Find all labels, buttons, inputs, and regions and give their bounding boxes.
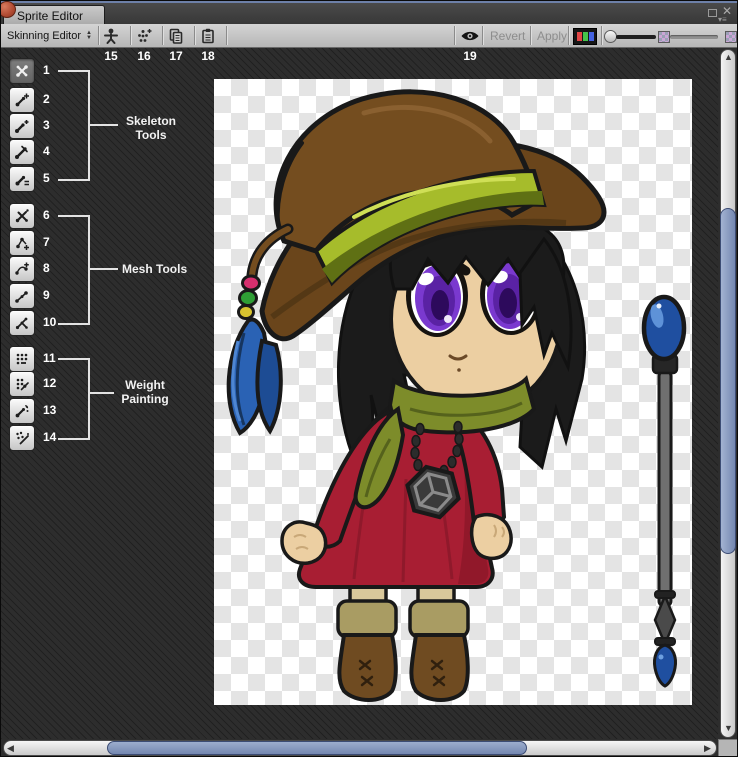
auto-geometry-icon [14,208,30,224]
updown-arrows-icon: ▲▼ [86,31,92,40]
bone-influence-icon [14,430,30,446]
bind-pose-icon [102,27,120,45]
edit-geometry-icon [14,235,30,251]
annotation-bracket-weight [58,358,90,440]
sprite-editor-window: Sprite Editor ✕ ▾≡ Skinning Editor ▲▼ [0,0,738,757]
checker-thumbnail-icon[interactable] [658,31,670,43]
vertical-scrollbar-thumb[interactable] [720,208,736,554]
label-mesh-tools: Mesh Tools [122,262,187,276]
sprite-artwork [214,79,692,705]
title-bar: Sprite Editor ✕ ▾≡ [1,1,738,24]
scroll-up-icon[interactable]: ▲ [724,52,733,62]
annotation-stub-mesh [90,268,118,270]
rgb-swatch-button[interactable] [573,28,597,45]
copy-icon [167,27,185,45]
weight-brush-button[interactable] [9,398,35,424]
scrollbar-corner [718,739,738,757]
pane-menu-icon[interactable]: ▾≡ [718,15,727,24]
reparent-bone-button[interactable] [9,166,35,192]
mode-dropdown[interactable]: Skinning Editor ▲▼ [7,27,92,44]
reparent-bone-icon [14,171,30,187]
create-edge-icon [14,288,30,304]
create-vertex-button[interactable] [9,256,35,282]
horizontal-scrollbar-thumb[interactable] [107,741,527,755]
split-edge-button[interactable] [9,310,35,336]
scroll-down-icon[interactable]: ▼ [724,723,733,733]
split-bone-button[interactable] [9,139,35,165]
label-skeleton-tools: Skeleton Tools [118,114,184,142]
create-bone-button[interactable] [9,113,35,139]
zoom-slider-track[interactable] [616,35,656,39]
revert-button[interactable]: Revert [490,27,525,44]
staff-art [644,297,684,686]
maximize-icon[interactable] [708,9,717,17]
auto-weights-icon [14,351,30,367]
annotation-17: 17 [166,49,186,63]
auto-geometry-button[interactable] [9,203,35,229]
annotation-15: 15 [101,49,121,63]
label-weight-painting: Weight Painting [112,378,178,406]
apply-button[interactable]: Apply [537,27,567,44]
bind-pose-button[interactable] [98,26,124,45]
visibility-button[interactable] [457,26,483,45]
swatch-green-icon [583,32,588,41]
annotation-bracket-skeleton [58,70,90,181]
annotation-bracket-mesh [58,215,90,325]
annotation-stub-skeleton [90,124,118,126]
edit-geometry-button[interactable] [9,230,35,256]
annotation-19: 19 [460,49,480,63]
edit-bone-icon [14,92,30,108]
split-edge-icon [14,315,30,331]
weight-slider-button[interactable] [9,371,35,397]
split-bone-icon [14,144,30,160]
annotation-18: 18 [198,49,218,63]
annotation-stub-weight [90,392,114,394]
preview-pose-button[interactable] [9,58,35,84]
swatch-blue-icon [589,32,594,41]
mode-dropdown-value: Skinning Editor [7,30,81,42]
scroll-right-icon[interactable]: ▶ [704,743,711,754]
checker-thumbnail2-icon[interactable] [725,31,737,43]
character-mode-button[interactable] [131,26,157,45]
sprite-canvas[interactable] [214,79,692,705]
preview-pose-icon [14,63,30,79]
create-edge-button[interactable] [9,283,35,309]
edit-bone-button[interactable] [9,87,35,113]
visibility-eye-icon [460,29,480,43]
weight-slider-icon [14,376,30,392]
paste-icon [199,27,217,45]
paste-button[interactable] [195,26,221,45]
tab-title: Sprite Editor [17,9,83,23]
swatch-red-icon [577,32,582,41]
hat-beads-art [239,276,260,319]
copy-button[interactable] [163,26,189,45]
bone-influence-button[interactable] [9,425,35,451]
weight-brush-icon [14,403,30,419]
create-vertex-icon [14,261,30,277]
tab-sprite-editor[interactable]: Sprite Editor [3,5,105,26]
character-mode-icon [135,27,153,45]
annotation-16: 16 [134,49,154,63]
auto-weights-button[interactable] [9,346,35,372]
create-bone-icon [14,118,30,134]
brightness-slider-track[interactable] [670,35,718,39]
scroll-left-icon[interactable]: ◀ [7,743,14,754]
